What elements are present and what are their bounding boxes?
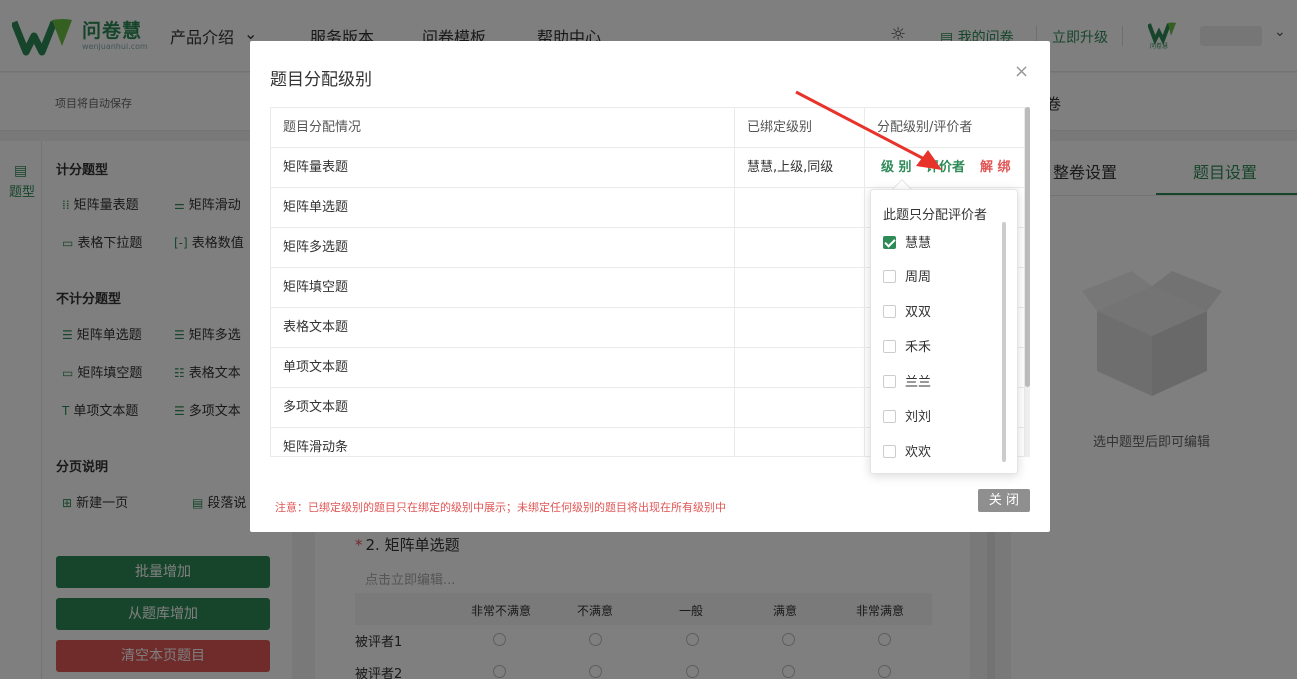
evaluator-option[interactable]: 刘刘 bbox=[883, 406, 931, 426]
annotation-arrow-icon bbox=[795, 90, 942, 170]
evaluator-option[interactable]: 欢欢 bbox=[883, 441, 931, 461]
checkbox[interactable] bbox=[883, 410, 896, 423]
checkbox[interactable] bbox=[883, 270, 896, 283]
row-question-name: 单项文本题 bbox=[271, 348, 735, 388]
close-button[interactable]: 关 闭 bbox=[978, 489, 1030, 512]
row-question-name: 矩阵多选题 bbox=[271, 228, 735, 268]
evaluator-option[interactable]: 兰兰 bbox=[883, 371, 931, 391]
checkbox[interactable] bbox=[883, 305, 896, 318]
row-question-name: 矩阵单选题 bbox=[271, 188, 735, 228]
row-bound-levels bbox=[735, 268, 865, 308]
checkbox[interactable] bbox=[883, 445, 896, 458]
evaluator-option[interactable]: 周周 bbox=[883, 266, 931, 286]
evaluator-option[interactable]: 双双 bbox=[883, 301, 931, 321]
row-question-name: 矩阵滑动条 bbox=[271, 428, 735, 456]
row-bound-levels bbox=[735, 308, 865, 348]
popover-scrollbar[interactable] bbox=[1002, 222, 1006, 462]
row-bound-levels bbox=[735, 428, 865, 456]
table-scrollbar-thumb[interactable] bbox=[1025, 107, 1030, 387]
popover-title: 此题只分配评价者 bbox=[883, 208, 988, 223]
dialog-title: 题目分配级别 bbox=[270, 70, 372, 90]
row-question-name: 矩阵量表题 bbox=[271, 148, 735, 188]
row-question-name: 多项文本题 bbox=[271, 388, 735, 428]
row-bound-levels bbox=[735, 388, 865, 428]
row-bound-levels bbox=[735, 228, 865, 268]
row-question-name: 表格文本题 bbox=[271, 308, 735, 348]
assignment-note: 注意：已绑定级别的题目只在绑定的级别中展示；未绑定任何级别的题目将出现在所有级别… bbox=[275, 501, 726, 514]
header-question: 题目分配情况 bbox=[271, 108, 735, 148]
row-bound-levels bbox=[735, 188, 865, 228]
evaluator-option[interactable]: 禾禾 bbox=[883, 336, 931, 356]
checkbox[interactable] bbox=[883, 340, 896, 353]
row-bound-levels bbox=[735, 348, 865, 388]
unbind-button[interactable]: 解 绑 bbox=[980, 148, 1011, 188]
checkbox-checked[interactable] bbox=[883, 236, 896, 249]
close-icon[interactable]: × bbox=[1014, 61, 1029, 82]
evaluator-popover: 此题只分配评价者 慧慧 周周 双双 禾禾 兰兰 刘刘 欢欢 bbox=[870, 189, 1018, 474]
checkbox[interactable] bbox=[883, 375, 896, 388]
evaluator-option[interactable]: 慧慧 bbox=[883, 232, 931, 252]
row-question-name: 矩阵填空题 bbox=[271, 268, 735, 308]
